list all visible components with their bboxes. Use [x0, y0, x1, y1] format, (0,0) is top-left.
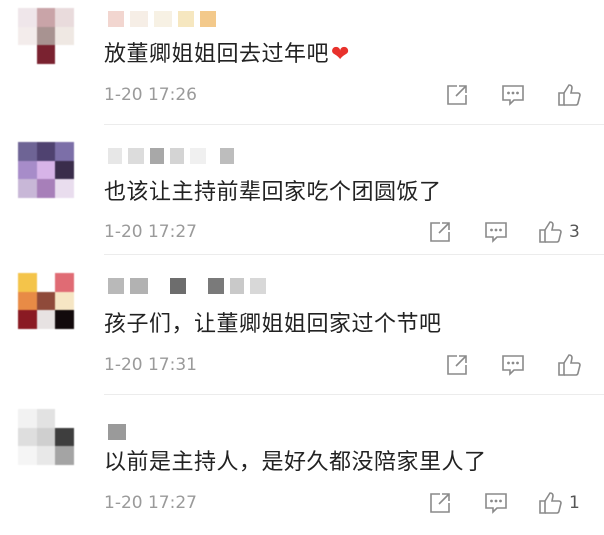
comment-actions	[444, 82, 604, 108]
avatar[interactable]	[18, 409, 74, 465]
like-count: 3	[569, 222, 580, 242]
avatar[interactable]	[18, 142, 74, 198]
comment-icon[interactable]	[483, 219, 509, 245]
comment-text-body: 也该让主持前辈回家吃个团圆饭了	[104, 180, 442, 205]
share-icon[interactable]	[444, 82, 470, 108]
share-icon[interactable]	[444, 352, 470, 378]
comment-actions: 3	[427, 219, 604, 245]
comment-time: 1-20 17:26	[104, 85, 197, 105]
comment-item: 也该让主持前辈回家吃个团圆饭了 1-20 17:27 3	[0, 125, 604, 255]
comment-text-body: 孩子们，让董卿姐姐回家过个节吧	[104, 312, 442, 337]
comment-icon[interactable]	[500, 82, 526, 108]
like-icon[interactable]	[537, 219, 563, 245]
comment-time: 1-20 17:27	[104, 222, 197, 242]
comment-item: 放董卿姐姐回去过年吧❤ 1-20 17:26	[0, 0, 604, 125]
comment-icon[interactable]	[483, 490, 509, 516]
comment-item: 孩子们，让董卿姐姐回家过个节吧 1-20 17:31	[0, 255, 604, 395]
comment-meta: 1-20 17:27 1	[104, 488, 604, 518]
like-icon[interactable]	[556, 82, 582, 108]
comment-time: 1-20 17:31	[104, 355, 197, 375]
comment-icon[interactable]	[500, 352, 526, 378]
comment-text-body: 放董卿姐姐回去过年吧	[104, 42, 330, 67]
comment-text: 孩子们，让董卿姐姐回家过个节吧	[104, 310, 442, 340]
comment-text-body: 以前是主持人，是好久都没陪家里人了	[104, 450, 487, 475]
username-blurred[interactable]	[108, 423, 126, 441]
avatar[interactable]	[18, 273, 74, 329]
comment-actions	[444, 352, 604, 378]
like-count: 1	[569, 493, 580, 513]
comment-text: 也该让主持前辈回家吃个团圆饭了	[104, 178, 442, 208]
avatar[interactable]	[18, 8, 74, 64]
like-icon[interactable]	[537, 490, 563, 516]
comment-actions: 1	[427, 490, 604, 516]
comment-meta: 1-20 17:27 3	[104, 217, 604, 247]
share-icon[interactable]	[427, 219, 453, 245]
username-blurred[interactable]	[108, 10, 216, 28]
comment-meta: 1-20 17:31	[104, 350, 604, 380]
comment-text: 以前是主持人，是好久都没陪家里人了	[104, 448, 487, 478]
username-blurred[interactable]	[108, 277, 266, 295]
heart-emoji-icon: ❤	[331, 42, 350, 67]
comment-text: 放董卿姐姐回去过年吧❤	[104, 40, 350, 70]
like-icon[interactable]	[556, 352, 582, 378]
username-blurred[interactable]	[108, 147, 234, 165]
share-icon[interactable]	[427, 490, 453, 516]
comment-item: 以前是主持人，是好久都没陪家里人了 1-20 17:27 1	[0, 395, 604, 535]
comment-time: 1-20 17:27	[104, 493, 197, 513]
comment-meta: 1-20 17:26	[104, 80, 604, 110]
